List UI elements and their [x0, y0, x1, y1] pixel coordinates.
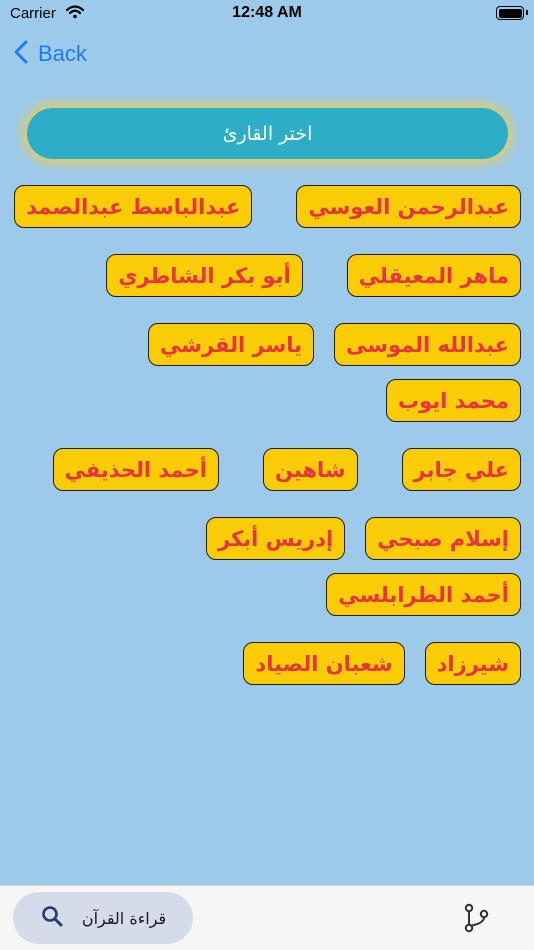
back-label: Back — [38, 41, 87, 66]
chevron-left-icon — [14, 40, 28, 68]
tab-quran-label: قراءة القرآن — [81, 908, 167, 928]
reciter-button[interactable]: شاهين — [262, 448, 358, 491]
battery-icon — [496, 6, 528, 20]
reciter-button[interactable]: أحمد الطرابلسي — [326, 573, 521, 616]
reciter-button[interactable]: علي جابر — [401, 448, 521, 491]
page-title: اختر القارئ — [27, 108, 508, 159]
reciter-button[interactable]: ياسر القرشي — [148, 323, 315, 366]
tab-quran-reading[interactable]: قراءة القرآن — [13, 892, 193, 944]
reciter-list: عبدالرحمن العوسي عبدالباسط عبدالصمد ماهر… — [14, 185, 521, 685]
reciter-button[interactable]: أحمد الحذيفي — [52, 448, 219, 491]
reciter-button[interactable]: عبدالباسط عبدالصمد — [14, 185, 253, 228]
reciter-button[interactable]: شعبان الصياد — [243, 642, 405, 685]
reciter-button[interactable]: عبدالرحمن العوسي — [296, 185, 521, 228]
back-button[interactable]: Back — [14, 38, 87, 70]
reciter-button[interactable]: أبو بكر الشاطري — [106, 254, 303, 297]
reciter-button[interactable]: إدريس أبكر — [205, 517, 346, 560]
reciter-button[interactable]: عبدالله الموسى — [334, 323, 521, 366]
status-time: 12:48 AM — [232, 4, 302, 21]
reciter-button[interactable]: ماهر المعيقلي — [346, 254, 521, 297]
status-bar: Carrier 12:48 AM — [0, 0, 534, 28]
reciter-button[interactable]: محمد ايوب — [385, 379, 521, 422]
tab-bar: قراءة القرآن — [0, 885, 534, 950]
reciter-button[interactable]: إسلام صبحي — [365, 517, 521, 560]
branch-icon[interactable] — [460, 902, 492, 934]
search-icon — [40, 904, 64, 932]
reciter-button[interactable]: شيرزاد — [424, 642, 521, 685]
